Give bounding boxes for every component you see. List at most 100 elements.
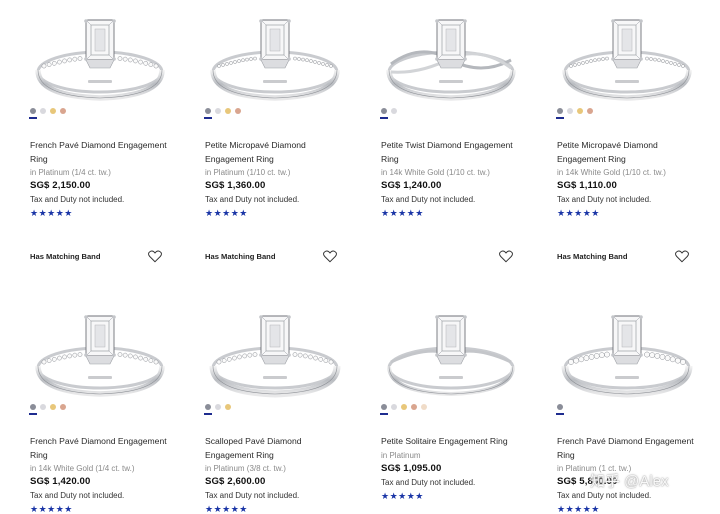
metal-swatch[interactable] [60,404,66,410]
metal-swatch[interactable] [215,108,221,114]
metal-swatch[interactable] [587,108,593,114]
matching-band-label[interactable]: Has Matching Band [205,252,275,261]
tax-note: Tax and Duty not included. [381,195,476,204]
metal-swatches [556,108,593,120]
metal-swatch[interactable] [50,108,56,114]
tax-note: Tax and Duty not included. [205,195,300,204]
product-card[interactable]: Petite Solitaire Engagement Ring in Plati… [380,308,541,508]
metal-swatches [380,404,427,416]
product-card[interactable]: French Pavé Diamond Engagement Ring in Pl… [29,12,190,218]
ring-image[interactable] [30,12,170,104]
metal-swatch[interactable] [411,404,417,410]
metal-swatch[interactable] [391,108,397,114]
ring-image[interactable] [205,12,345,104]
metal-info: in 14k White Gold (1/10 ct. tw.) [381,168,490,177]
metal-swatch[interactable] [215,404,221,410]
matching-band-row: Has Matching Band [30,250,162,264]
heart-icon[interactable] [148,250,162,263]
ring-image[interactable] [557,12,697,104]
metal-swatch[interactable] [40,404,46,410]
metal-swatch[interactable] [204,108,212,119]
metal-swatch[interactable] [567,108,573,114]
price: SG$ 1,095.00 [381,463,442,474]
metal-swatch[interactable] [380,108,388,119]
rating-stars[interactable]: ★★★★★ [381,208,424,218]
metal-swatch[interactable] [556,404,564,415]
rating-stars[interactable]: ★★★★★ [557,208,600,218]
product-card[interactable]: Petite Micropavé Diamond Engagement Ring… [556,12,717,218]
price: SG$ 1,420.00 [30,476,91,487]
metal-swatch[interactable] [225,404,231,410]
metal-swatches [380,108,397,120]
metal-info: in 14k White Gold (1/4 ct. tw.) [30,464,135,473]
product-title[interactable]: Petite Solitaire Engagement Ring [381,435,521,449]
metal-swatch[interactable] [29,404,37,415]
metal-swatch[interactable] [556,108,564,119]
heart-icon[interactable] [675,250,689,263]
heart-icon[interactable] [499,250,513,263]
rating-stars[interactable]: ★★★★★ [205,504,248,514]
metal-swatch[interactable] [225,108,231,114]
metal-swatch[interactable] [235,108,241,114]
product-grid: French Pavé Diamond Engagement Ring in Pl… [0,0,720,514]
tax-note: Tax and Duty not included. [557,491,652,500]
metal-swatch[interactable] [50,404,56,410]
metal-swatches [204,108,241,120]
price: SG$ 1,110.00 [557,180,617,191]
metal-info: in Platinum (3/8 ct. tw.) [205,464,286,473]
metal-swatch[interactable] [380,404,388,415]
ring-image[interactable] [205,308,345,400]
matching-band-label[interactable]: Has Matching Band [557,252,627,261]
price: SG$ 2,600.00 [205,476,266,487]
metal-info: in Platinum [381,451,421,460]
price: SG$ 1,360.00 [205,180,266,191]
price: SG$ 1,240.00 [381,180,442,191]
metal-swatch[interactable] [40,108,46,114]
ring-image[interactable] [381,308,521,400]
heart-icon[interactable] [323,250,337,263]
metal-info: in Platinum (1/10 ct. tw.) [205,168,291,177]
metal-swatch[interactable] [391,404,397,410]
ring-image[interactable] [30,308,170,400]
matching-band-row: Has Matching Band [557,250,689,264]
matching-band-row: Has Matching Band [205,250,337,264]
metal-swatch[interactable] [60,108,66,114]
metal-swatches [29,108,66,120]
product-title[interactable]: Petite Micropavé Diamond Engagement Ring [557,139,697,166]
product-title[interactable]: French Pavé Diamond Engagement Ring [557,435,697,462]
tax-note: Tax and Duty not included. [557,195,652,204]
ring-image[interactable] [557,308,697,400]
tax-note: Tax and Duty not included. [381,478,476,487]
metal-swatch[interactable] [401,404,407,410]
metal-swatch[interactable] [204,404,212,415]
metal-info: in Platinum (1/4 ct. tw.) [30,168,111,177]
metal-swatches [204,404,231,416]
metal-info: in 14k White Gold (1/10 ct. tw.) [557,168,666,177]
tax-note: Tax and Duty not included. [205,491,300,500]
matching-band-label[interactable]: Has Matching Band [30,252,100,261]
product-title[interactable]: Petite Twist Diamond Engagement Ring [381,139,521,166]
ring-image[interactable] [381,12,521,104]
product-card[interactable]: French Pavé Diamond Engagement Ring in 14… [29,308,190,514]
product-card[interactable]: Petite Micropavé Diamond Engagement Ring… [204,12,365,218]
product-title[interactable]: Scalloped Pavé Diamond Engagement Ring [205,435,345,462]
metal-swatches [556,404,564,416]
product-card[interactable]: Petite Twist Diamond Engagement Ring in 1… [380,12,541,218]
product-title[interactable]: Petite Micropavé Diamond Engagement Ring [205,139,345,166]
metal-swatch[interactable] [29,108,37,119]
rating-stars[interactable]: ★★★★★ [30,504,73,514]
metal-swatch[interactable] [421,404,427,410]
product-title[interactable]: French Pavé Diamond Engagement Ring [30,139,170,166]
rating-stars[interactable]: ★★★★★ [30,208,73,218]
metal-swatches [29,404,66,416]
rating-stars[interactable]: ★★★★★ [557,504,600,514]
watermark: 知乎 @Alex [590,473,669,490]
tax-note: Tax and Duty not included. [30,491,125,500]
metal-swatch[interactable] [577,108,583,114]
rating-stars[interactable]: ★★★★★ [205,208,248,218]
product-title[interactable]: French Pavé Diamond Engagement Ring [30,435,170,462]
tax-note: Tax and Duty not included. [30,195,125,204]
product-card[interactable]: Scalloped Pavé Diamond Engagement Ring in… [204,308,365,514]
rating-stars[interactable]: ★★★★★ [381,491,424,501]
matching-band-row [381,250,513,264]
